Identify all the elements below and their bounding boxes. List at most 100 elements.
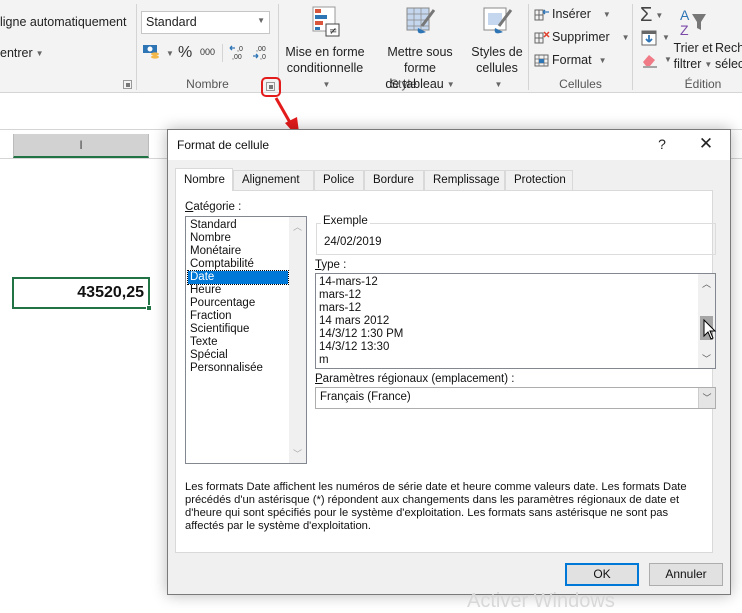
insert-cells-button[interactable]: Insérer ▼: [534, 7, 611, 21]
ok-button[interactable]: OK: [565, 563, 639, 586]
accounting-dropdown-icon[interactable]: ▼: [166, 49, 174, 58]
category-item[interactable]: Standard: [188, 219, 288, 232]
chevron-down-icon: ▼: [655, 11, 664, 21]
help-button[interactable]: ?: [654, 136, 670, 152]
scroll-up-icon[interactable]: ︿: [698, 277, 715, 290]
cell-styles-button[interactable]: Styles de cellules ▼: [471, 6, 523, 93]
chevron-down-icon: ▼: [704, 59, 713, 69]
example-legend: Exemple: [321, 215, 370, 227]
locale-value: Français (France): [320, 391, 411, 403]
fill-down-icon: [641, 30, 657, 46]
type-item[interactable]: 14/3/12 13:30: [319, 341, 389, 354]
category-item[interactable]: Fraction: [188, 310, 288, 323]
insert-cells-label: Insérer: [552, 7, 591, 21]
dialog-titlebar[interactable]: Format de cellule ? ✕: [168, 130, 730, 160]
sort-filter-button[interactable]: A Z Trier et filtrer ▼: [673, 6, 713, 73]
comma-style-button[interactable]: 000: [200, 47, 215, 57]
category-description: Les formats Date affichent les numéros d…: [185, 481, 687, 532]
type-item[interactable]: 14-mars-12: [319, 276, 378, 289]
conditional-formatting-line1: Mise en forme: [285, 45, 365, 59]
delete-cells-icon: [534, 30, 550, 44]
format-cells-button[interactable]: Format ▼: [534, 53, 607, 67]
category-item[interactable]: Monétaire: [188, 245, 288, 258]
delete-cells-button[interactable]: Supprimer ▼: [534, 30, 630, 44]
type-item[interactable]: m: [319, 354, 329, 367]
decrease-decimal-button[interactable]: ,00 ,0: [252, 43, 270, 61]
column-header-i[interactable]: I: [13, 134, 149, 158]
cell-value: 43520,25: [77, 284, 144, 301]
fill-handle[interactable]: [146, 305, 152, 311]
tab-nombre[interactable]: Nombre: [175, 168, 233, 191]
cells-group-label: Cellules: [559, 77, 602, 91]
increase-decimal-button[interactable]: ,0 ,00: [229, 43, 247, 61]
type-item[interactable]: mars-12: [319, 289, 361, 302]
find-select-line2: sélec: [715, 57, 742, 71]
type-item[interactable]: mars-12: [319, 302, 361, 315]
category-label: Catégorie :: [185, 201, 242, 213]
cancel-button[interactable]: Annuler: [649, 563, 723, 586]
chevron-down-icon[interactable]: ﹀: [698, 388, 715, 408]
svg-text:,00: ,00: [232, 54, 242, 61]
category-item[interactable]: Personnalisée: [188, 362, 288, 375]
autosum-button[interactable]: Σ ▼: [640, 4, 663, 27]
type-list[interactable]: 14-mars-12 mars-12 mars-12 14 mars 2012 …: [315, 273, 716, 369]
chevron-down-icon: ▼: [602, 9, 611, 19]
sort-filter-icon: A Z: [673, 6, 713, 40]
chevron-down-icon: ▼: [257, 16, 265, 25]
tab-alignement[interactable]: Alignement: [233, 170, 314, 190]
percent-style-button[interactable]: %: [178, 44, 192, 62]
svg-text:,0: ,0: [237, 46, 243, 53]
annotation-highlight-circle: [261, 77, 281, 97]
chevron-down-icon: ▼: [621, 32, 630, 42]
format-as-table-line1: Mettre sous forme: [387, 45, 453, 75]
tab-police[interactable]: Police: [314, 170, 364, 190]
find-select-button[interactable]: Rech sélec: [715, 40, 742, 72]
tab-bordure[interactable]: Bordure: [364, 170, 424, 190]
category-scrollbar[interactable]: ︿ ﹀: [289, 217, 306, 463]
find-select-line1: Rech: [715, 41, 742, 55]
accounting-format-icon[interactable]: [143, 44, 161, 60]
conditional-formatting-button[interactable]: ≠ Mise en forme conditionnelle ▼: [283, 6, 367, 93]
category-item[interactable]: Heure: [188, 284, 288, 297]
category-item[interactable]: Texte: [188, 336, 288, 349]
scroll-up-icon[interactable]: ︿: [289, 220, 306, 233]
type-item[interactable]: 14 mars 2012: [319, 315, 389, 328]
mini-divider: [222, 44, 223, 62]
type-item[interactable]: 14/3/12 1:30 PM: [319, 328, 403, 341]
eraser-icon: [643, 55, 657, 68]
category-list[interactable]: Standard Nombre Monétaire Comptabilité D…: [185, 216, 307, 464]
tab-remplissage[interactable]: Remplissage: [424, 170, 505, 190]
category-item[interactable]: Comptabilité: [188, 258, 288, 271]
fill-button[interactable]: ▼: [641, 30, 670, 46]
decrease-decimal-icon: ,00 ,0: [253, 46, 266, 61]
close-icon[interactable]: ✕: [696, 134, 716, 154]
number-format-value: Standard: [146, 15, 197, 29]
wrap-text-button[interactable]: ligne automatiquement: [0, 15, 126, 29]
chevron-down-icon: ▼: [664, 55, 672, 64]
category-item-selected[interactable]: Date: [187, 270, 289, 285]
svg-text:,0: ,0: [260, 54, 266, 61]
activate-windows-watermark: Activer Windows: [467, 590, 615, 612]
tab-protection[interactable]: Protection: [505, 170, 573, 190]
number-format-select[interactable]: Standard ▼: [141, 11, 270, 34]
category-item[interactable]: Pourcentage: [188, 297, 288, 310]
category-item[interactable]: Nombre: [188, 232, 288, 245]
format-as-table-icon: [404, 6, 436, 38]
selected-cell[interactable]: 43520,25: [12, 277, 152, 311]
svg-text:,00: ,00: [256, 46, 266, 53]
format-as-table-button[interactable]: Mettre sous forme de tableau ▼: [370, 6, 470, 93]
chevron-down-icon: ▼: [494, 79, 503, 89]
alignment-group: ligne automatiquement entrer ▼: [0, 0, 136, 93]
locale-select[interactable]: Français (France) ﹀: [315, 387, 716, 409]
cell-styles-line1: Styles de: [471, 45, 523, 59]
chevron-down-icon: ▼: [322, 79, 331, 89]
alignment-dialog-launcher[interactable]: [123, 80, 132, 89]
clear-button[interactable]: ▼: [641, 52, 672, 68]
scroll-down-icon[interactable]: ﹀: [289, 447, 306, 460]
svg-text:Z: Z: [680, 22, 689, 38]
scroll-down-icon[interactable]: ﹀: [698, 352, 715, 365]
merge-center-button[interactable]: entrer ▼: [0, 46, 44, 60]
category-item[interactable]: Spécial: [188, 349, 288, 362]
category-item[interactable]: Scientifique: [188, 323, 288, 336]
cell-styles-icon: [481, 6, 513, 38]
